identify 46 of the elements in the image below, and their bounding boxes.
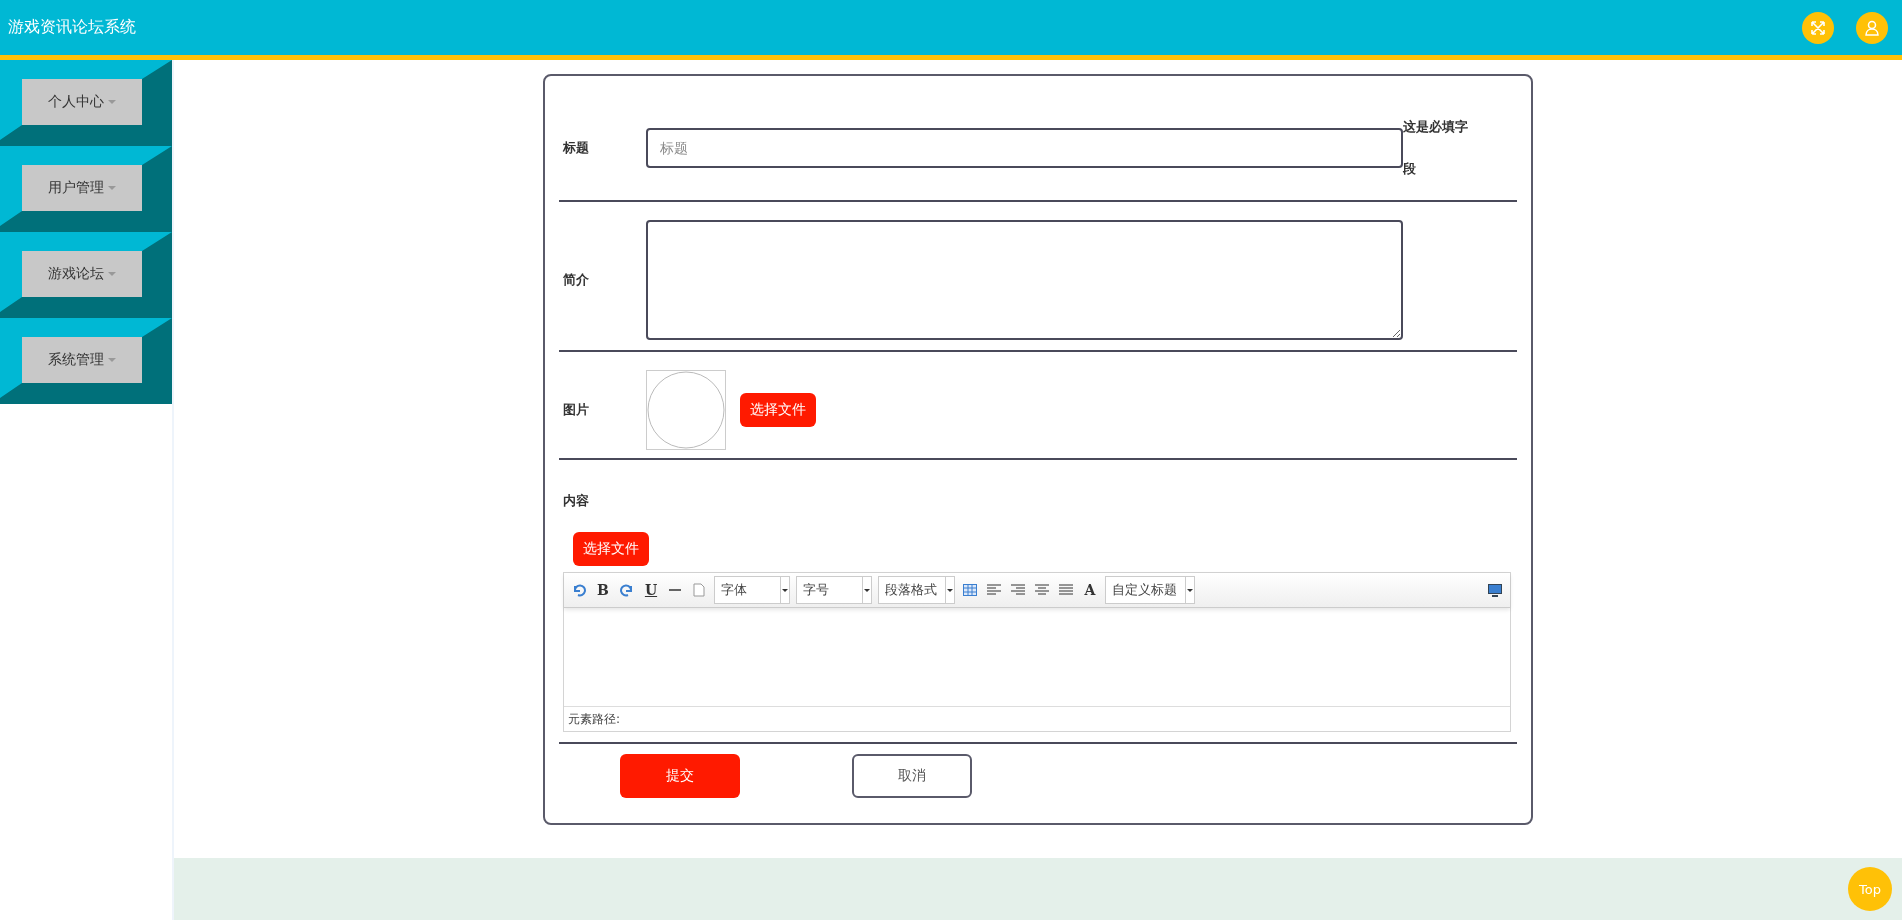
toolbar-dropdown[interactable]: 自定义标题 xyxy=(1105,576,1195,604)
align-right-icon xyxy=(1011,584,1025,596)
toolbar-button[interactable]: U xyxy=(642,580,660,600)
sidebar-menu-button[interactable]: 用户管理 xyxy=(22,165,142,211)
toolbar-button[interactable]: A xyxy=(1081,580,1099,600)
table-icon xyxy=(963,584,977,596)
align-left-icon xyxy=(987,584,1001,596)
user-button[interactable] xyxy=(1856,11,1888,44)
sidebar-menu-button[interactable]: 游戏论坛 xyxy=(22,251,142,297)
cancel-button[interactable]: 取消 xyxy=(852,754,972,798)
caret-icon xyxy=(947,588,953,592)
caret-icon xyxy=(782,588,788,592)
required-note: 这是必填字段 xyxy=(1403,118,1469,178)
fullscreen-button[interactable] xyxy=(1802,11,1834,44)
intro-textarea[interactable] xyxy=(646,220,1403,340)
align-center-icon xyxy=(1035,584,1049,596)
rich-text-editor[interactable]: B U 字体 字号 段落格式 A 自定义标题 元素路径: xyxy=(563,572,1511,732)
page-icon xyxy=(693,583,705,597)
redo-icon xyxy=(620,583,634,597)
title-input[interactable]: 标题 xyxy=(646,128,1403,168)
caret-icon xyxy=(108,186,116,190)
element-path-label: 元素路径: xyxy=(564,706,1510,731)
field-label: 简介 xyxy=(562,271,590,289)
choose-file-button[interactable]: 选择文件 xyxy=(573,532,649,566)
expand-icon xyxy=(1810,19,1826,36)
justify-icon xyxy=(1059,584,1073,596)
caret-icon xyxy=(1187,588,1193,592)
caret-icon xyxy=(108,272,116,276)
toolbar-dropdown[interactable]: 段落格式 xyxy=(878,576,955,604)
user-icon xyxy=(1864,19,1880,36)
sidebar-menu-button[interactable]: 系统管理 xyxy=(22,337,142,383)
caret-icon xyxy=(108,100,116,104)
field-label: 图片 xyxy=(562,401,590,419)
app-title: 游戏资讯论坛系统 xyxy=(8,17,137,38)
toolbar-button[interactable]: B xyxy=(594,580,612,600)
choose-file-button[interactable]: 选择文件 xyxy=(740,393,816,427)
field-label: 标题 xyxy=(562,139,590,157)
caret-icon xyxy=(864,588,870,592)
undo-icon xyxy=(572,583,586,597)
monitor-icon xyxy=(1488,583,1502,597)
toolbar-dropdown[interactable]: 字号 xyxy=(796,576,872,604)
sidebar-menu-button[interactable]: 个人中心 xyxy=(22,79,142,125)
toolbar-dropdown[interactable]: 字体 xyxy=(714,576,790,604)
submit-button[interactable]: 提交 xyxy=(620,754,740,798)
field-label: 内容 xyxy=(562,492,590,510)
caret-icon xyxy=(108,358,116,362)
